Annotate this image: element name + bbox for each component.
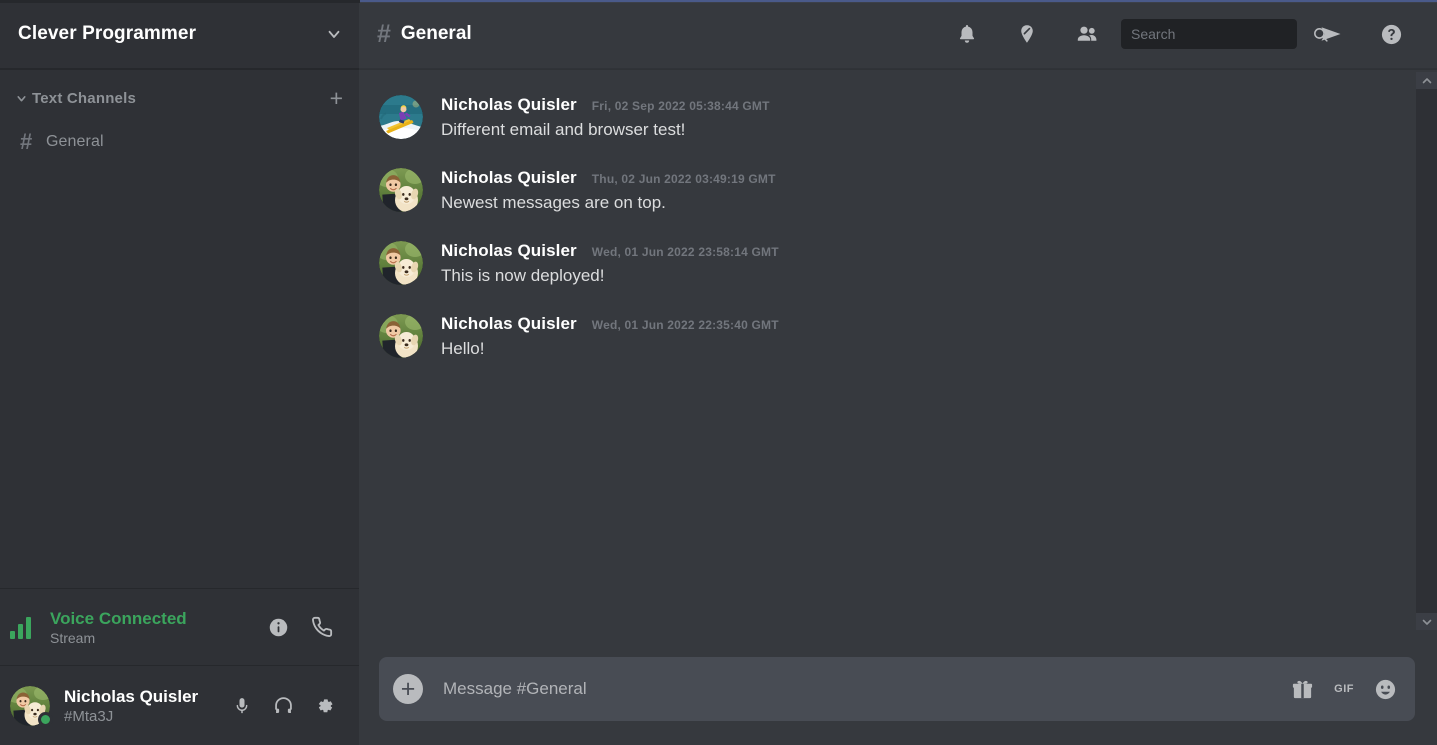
top-scrollbar-thumb[interactable] [360, 0, 1437, 2]
help-icon[interactable] [1361, 23, 1421, 46]
message-body: Nicholas Quisler Wed, 01 Jun 2022 22:35:… [441, 314, 1407, 360]
add-attachment-button[interactable]: + [393, 674, 423, 704]
user-actions [232, 695, 335, 716]
main-panel: # General Search Nicholas Quisler Fri, 0… [359, 0, 1437, 745]
channel-list: Text Channels + # General [0, 69, 359, 588]
signal-bars-icon [10, 615, 38, 639]
hash-icon: # [20, 129, 33, 154]
message-item: Nicholas Quisler Wed, 01 Jun 2022 23:58:… [379, 233, 1407, 293]
guild-header[interactable]: Clever Programmer [0, 0, 359, 69]
message-header: Nicholas Quisler Fri, 02 Sep 2022 05:38:… [441, 95, 1407, 115]
status-badge [38, 711, 53, 727]
messages-scrollbar[interactable] [1416, 72, 1437, 630]
user-panel: Nicholas Quisler #Mta3J [0, 666, 359, 745]
header-icons [937, 19, 1421, 49]
search-box[interactable] [1121, 19, 1328, 49]
headphones-icon[interactable] [273, 695, 294, 716]
user-tag: #Mta3J [64, 707, 114, 725]
message-timestamp: Fri, 02 Sep 2022 05:38:44 GMT [591, 99, 770, 113]
scroll-down-button[interactable] [1416, 613, 1437, 630]
channel-header: # General [359, 0, 1437, 69]
message-header: Nicholas Quisler Thu, 02 Jun 2022 03:49:… [441, 168, 1407, 188]
message-text: Hello! [441, 339, 485, 358]
category-label: Text Channels [32, 89, 137, 107]
top-strip-left [0, 0, 360, 3]
message-author[interactable]: Nicholas Quisler [441, 314, 577, 334]
voice-channel-label: Stream [50, 629, 96, 646]
pin-icon[interactable] [997, 23, 1057, 45]
composer-wrap: + GIF [359, 657, 1437, 745]
discord-clone-app: Clever Programmer Text Channels + # Gene… [0, 0, 1437, 745]
avatar[interactable] [379, 95, 423, 139]
message-input[interactable] [443, 679, 1292, 699]
message-timestamp: Wed, 01 Jun 2022 23:58:14 GMT [591, 245, 779, 259]
add-channel-icon[interactable]: + [330, 87, 343, 110]
info-icon[interactable] [268, 617, 289, 638]
hash-icon: # [377, 19, 391, 48]
category-text-channels[interactable]: Text Channels + [0, 85, 359, 111]
sidebar-item-general[interactable]: # General [8, 125, 351, 159]
message-item: Nicholas Quisler Thu, 02 Jun 2022 03:49:… [379, 160, 1407, 220]
message-author[interactable]: Nicholas Quisler [441, 168, 577, 188]
message-text: Different email and browser test! [441, 120, 686, 139]
message-author[interactable]: Nicholas Quisler [441, 241, 577, 261]
chevron-down-icon[interactable] [325, 25, 343, 43]
message-body: Nicholas Quisler Wed, 01 Jun 2022 23:58:… [441, 241, 1407, 287]
gear-icon[interactable] [315, 696, 335, 716]
message-body: Nicholas Quisler Fri, 02 Sep 2022 05:38:… [441, 95, 1407, 141]
composer-actions: GIF [1291, 678, 1397, 701]
avatar[interactable] [10, 685, 53, 727]
message-author[interactable]: Nicholas Quisler [441, 95, 577, 115]
user-identity: Nicholas Quisler #Mta3J [64, 686, 232, 726]
send-icon[interactable] [1301, 22, 1361, 46]
user-name: Nicholas Quisler [64, 686, 199, 706]
search-input[interactable] [1131, 26, 1312, 42]
message-text: This is now deployed! [441, 266, 605, 285]
voice-status-label: Voice Connected [50, 608, 187, 628]
message-header: Nicholas Quisler Wed, 01 Jun 2022 22:35:… [441, 314, 1407, 334]
avatar[interactable] [379, 168, 423, 212]
message-composer: + GIF [379, 657, 1415, 721]
message-body: Nicholas Quisler Thu, 02 Jun 2022 03:49:… [441, 168, 1407, 214]
microphone-icon[interactable] [232, 696, 252, 716]
voice-status-texts: Voice Connected Stream [50, 608, 268, 647]
members-icon[interactable] [1057, 22, 1117, 46]
scrollbar-track[interactable] [1416, 89, 1437, 613]
phone-icon[interactable] [311, 616, 333, 638]
message-item: Nicholas Quisler Fri, 02 Sep 2022 05:38:… [379, 87, 1407, 147]
top-scroll-strip [0, 0, 1437, 3]
message-timestamp: Wed, 01 Jun 2022 22:35:40 GMT [591, 318, 779, 332]
message-text: Newest messages are on top. [441, 193, 666, 212]
gift-icon[interactable] [1291, 678, 1314, 701]
bell-icon[interactable] [937, 23, 997, 45]
avatar[interactable] [379, 314, 423, 358]
avatar[interactable] [379, 241, 423, 285]
channel-label: General [46, 133, 104, 150]
gif-button[interactable]: GIF [1332, 681, 1356, 697]
message-item: Nicholas Quisler Wed, 01 Jun 2022 22:35:… [379, 306, 1407, 366]
voice-connected-panel: Voice Connected Stream [0, 588, 359, 666]
chevron-down-icon [14, 91, 28, 105]
message-list: Nicholas Quisler Fri, 02 Sep 2022 05:38:… [359, 69, 1437, 657]
scroll-up-button[interactable] [1416, 72, 1437, 89]
message-header: Nicholas Quisler Wed, 01 Jun 2022 23:58:… [441, 241, 1407, 261]
voice-actions [268, 616, 333, 638]
message-timestamp: Thu, 02 Jun 2022 03:49:19 GMT [591, 172, 776, 186]
emoji-icon[interactable] [1374, 678, 1397, 701]
page-title: General [400, 23, 472, 44]
guild-name: Clever Programmer [18, 23, 197, 44]
sidebar: Clever Programmer Text Channels + # Gene… [0, 0, 359, 745]
